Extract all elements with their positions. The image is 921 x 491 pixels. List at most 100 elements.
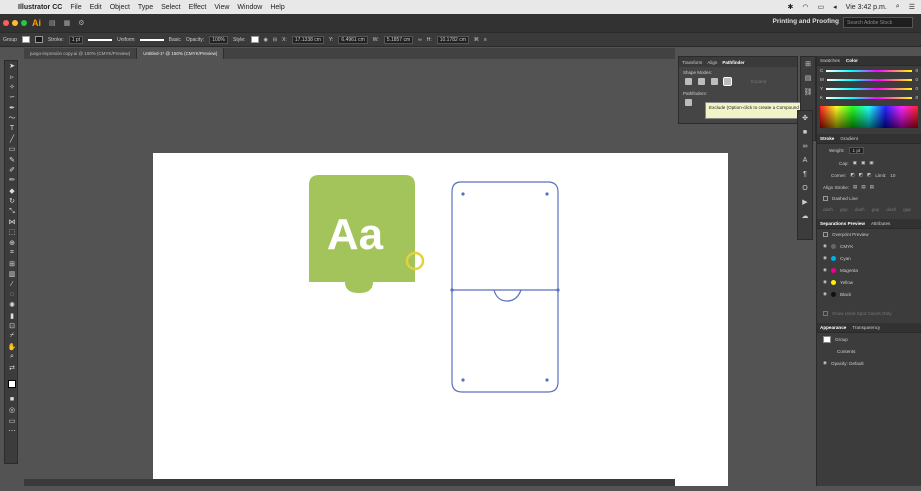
shape-builder-icon[interactable]: ⊕ [5,238,19,248]
scale-icon[interactable]: ⤡ [5,206,19,216]
slice-tool-icon[interactable]: ⌿ [5,331,19,341]
screen-mode-icon[interactable]: ▭ [5,416,19,426]
type-tool-icon[interactable]: T [5,123,19,133]
opentype-icon[interactable]: O [798,181,812,195]
curvature-icon[interactable]: 〜 [5,113,19,123]
cloud-icon[interactable]: ☁ [798,209,812,223]
plate-row-black[interactable]: ◉ Black [817,288,921,300]
transform-icon[interactable]: ⌘ [474,37,479,43]
tab-transform[interactable]: Transform [682,60,702,65]
actions-icon[interactable]: ▶ [798,195,812,209]
menu-type[interactable]: Type [138,4,153,11]
layers-icon[interactable]: ▤ [801,71,815,85]
magic-wand-icon[interactable]: ✧ [5,82,19,92]
stroke-weight-field[interactable]: 1 pt [68,35,84,44]
lasso-icon[interactable]: ∽ [5,92,19,102]
tab-separations[interactable]: Separations Preview [820,221,865,226]
unite-icon[interactable] [685,78,692,85]
align-outside-icon[interactable]: ▤ [870,184,874,190]
free-transform-icon[interactable]: ⬚ [5,227,19,237]
bevel-join-icon[interactable]: ◩ [867,172,871,178]
artboard[interactable]: Aa [153,153,728,486]
pencil-icon[interactable]: ✏ [5,175,19,185]
tab-stroke[interactable]: Stroke [820,136,834,141]
x-field[interactable]: 17.1338 cm [291,35,324,44]
tab-gradient[interactable]: Gradient [840,136,858,141]
line-tool-icon[interactable]: ╱ [5,134,19,144]
paintbrush-icon[interactable]: ✎ [5,155,19,165]
artboard-tool-icon[interactable]: ⊡ [5,321,19,331]
eye-icon[interactable]: ◉ [823,267,827,273]
plate-row-cyan[interactable]: ◉ Cyan [817,252,921,264]
card-outline[interactable] [450,181,560,393]
minimize-window-button[interactable] [12,20,18,26]
blend-icon[interactable]: ◌ [5,290,19,300]
tab-align[interactable]: Align [707,60,717,65]
list-icon[interactable]: ☰ [909,3,915,11]
w-field[interactable]: 5.1857 cm [383,35,414,44]
brush-dropdown[interactable]: Basic [169,37,181,43]
rectangle-tool-icon[interactable]: ▭ [5,144,19,154]
tab-untitled-1[interactable]: Untitled-1* @ 150% (CMYK/Preview) [137,48,225,59]
menu-edit[interactable]: Edit [90,4,102,11]
limit-input[interactable]: 10 [890,173,895,178]
appearance-group-row[interactable]: Group [817,333,921,346]
k-slider[interactable] [826,96,913,99]
menu-object[interactable]: Object [110,4,130,11]
round-cap-icon[interactable]: ▣ [861,160,865,166]
menu-effect[interactable]: Effect [189,4,207,11]
overprint-checkbox[interactable] [823,232,828,237]
c-value[interactable]: 0 [915,68,918,73]
symbols-icon[interactable]: ✤ [798,111,812,125]
menu-window[interactable]: Window [237,4,262,11]
direct-selection-icon[interactable]: ▹ [5,71,19,81]
paragraph-icon[interactable]: ¶ [798,167,812,181]
gradient-tool-icon[interactable]: ▥ [5,269,19,279]
rotate-icon[interactable]: ↻ [5,196,19,206]
exclude-icon[interactable] [723,77,732,86]
selection-tool-icon[interactable]: ➤ [5,61,19,71]
zoom-tool-icon[interactable]: ⌕ [5,352,19,362]
draw-mode-icon[interactable]: ◎ [5,405,19,415]
butt-cap-icon[interactable]: ▣ [853,160,857,166]
minus-front-icon[interactable] [698,78,705,85]
k-value[interactable]: 0 [915,95,918,100]
style-swatch[interactable] [250,36,259,43]
plate-row-cmyk[interactable]: ◉ CMYK [817,240,921,252]
opacity-label[interactable]: Opacity: [186,37,204,43]
stroke-weight-input[interactable]: 1 pt [848,147,865,154]
graphic-styles-icon[interactable]: ■ [798,125,812,139]
m-value[interactable]: 0 [915,77,918,82]
eye-icon[interactable]: ◉ [823,360,827,366]
eyedropper-icon[interactable]: ⁄ [5,279,19,289]
bluetooth-icon[interactable]: ✱ [788,3,794,11]
style-label[interactable]: Style: [233,37,246,43]
round-join-icon[interactable]: ◩ [859,172,863,178]
menu-select[interactable]: Select [161,4,180,11]
tab-juego-impresion[interactable]: juego-impresión copy.ai @ 100% (CMYK/Pre… [24,48,138,59]
spot-colors-checkbox[interactable] [823,311,828,316]
divide-icon[interactable] [685,99,692,106]
color-spectrum[interactable] [820,106,918,128]
eye-icon[interactable]: ◉ [823,243,827,249]
recolor-icon[interactable]: ◉ [264,37,268,43]
m-slider[interactable] [826,78,913,81]
y-slider[interactable] [826,87,913,90]
plate-row-yellow[interactable]: ◉ Yellow [817,276,921,288]
menu-view[interactable]: View [214,4,229,11]
tab-transparency[interactable]: Transparency [852,325,880,330]
width-tool-icon[interactable]: ⋈ [5,217,19,227]
swap-colors-icon[interactable]: ⇄ [5,362,19,372]
shaper-icon[interactable]: ✐ [5,165,19,175]
search-icon[interactable]: ⌕ [896,3,900,11]
fill-stroke-icon[interactable] [5,373,19,395]
menu-file[interactable]: File [70,4,81,11]
artboards-icon[interactable]: ⊞ [801,57,815,71]
y-field[interactable]: 6.4961 cm [338,35,368,44]
close-window-button[interactable] [3,20,9,26]
intersect-icon[interactable] [711,78,718,85]
graph-tool-icon[interactable]: ▮ [5,310,19,320]
zoom-window-button[interactable] [21,20,27,26]
tab-appearance[interactable]: Appearance [820,325,846,330]
profile-dropdown[interactable]: Uniform [117,37,135,43]
